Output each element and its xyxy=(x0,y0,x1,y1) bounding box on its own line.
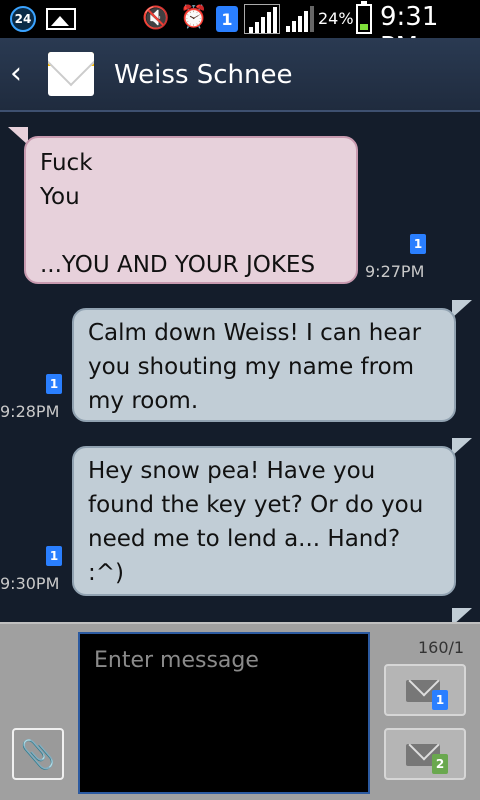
signal-icon xyxy=(244,4,280,34)
paperclip-icon: 📎 xyxy=(20,737,56,771)
gallery-icon xyxy=(46,8,76,30)
bubble-tail xyxy=(452,300,472,318)
conversation-header: ‹ Weiss Schnee xyxy=(0,38,480,112)
message-timestamp: 9:27PM xyxy=(365,262,425,281)
send-sim2-button[interactable]: 2 xyxy=(384,728,466,780)
message-thread[interactable]: Fuck You ...YOU AND YOUR JOKES 1 9:27PM … xyxy=(0,112,480,622)
sim-1-icon: 1 xyxy=(410,234,426,254)
status-bar: 24 🔇 ⏰ 1 24% 9:31 PM xyxy=(0,0,480,62)
alarm-icon: ⏰ xyxy=(180,5,208,30)
back-icon[interactable]: ‹ xyxy=(10,59,22,89)
character-counter: 160/1 xyxy=(418,638,465,657)
message-composer: 📎 Enter message 160/1 1 2 xyxy=(0,622,480,800)
attach-button[interactable]: 📎 xyxy=(12,728,64,780)
message-timestamp: 9:30PM xyxy=(0,574,60,593)
message-timestamp: 9:28PM xyxy=(0,402,60,421)
sim-icon: 1 xyxy=(216,6,238,32)
send-sim1-button[interactable]: 1 xyxy=(384,664,466,716)
sim-2-badge: 2 xyxy=(432,754,448,774)
battery-percent: 24% xyxy=(318,9,354,28)
message-input-box[interactable]: Enter message xyxy=(78,632,370,794)
outgoing-message-bubble[interactable]: Hey snow pea! Have you found the key yet… xyxy=(72,446,456,596)
battery-fill xyxy=(360,24,368,30)
battery-icon xyxy=(356,1,372,34)
sim-1-badge: 1 xyxy=(432,690,448,710)
messaging-envelope-icon[interactable] xyxy=(48,52,94,96)
notification-count-badge: 24 xyxy=(10,6,36,32)
bubble-tail xyxy=(452,438,472,456)
incoming-message-bubble[interactable]: Fuck You ...YOU AND YOUR JOKES xyxy=(24,136,358,284)
bubble-tail xyxy=(452,608,472,622)
sim-1-icon: 1 xyxy=(46,546,62,566)
signal-strength-icon xyxy=(286,6,316,32)
message-input[interactable]: Enter message xyxy=(94,648,259,673)
outgoing-message-bubble[interactable]: Calm down Weiss! I can hear you shouting… xyxy=(72,308,456,422)
mute-icon: 🔇 xyxy=(142,6,170,31)
contact-name: Weiss Schnee xyxy=(114,60,293,90)
sim-1-icon: 1 xyxy=(46,374,62,394)
